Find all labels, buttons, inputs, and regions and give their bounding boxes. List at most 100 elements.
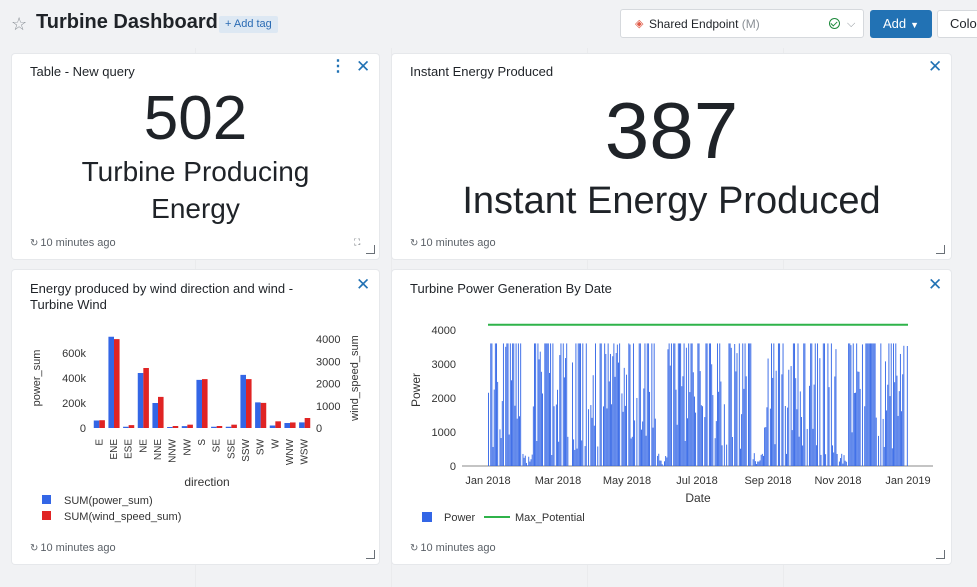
- power-bar: [632, 343, 634, 466]
- power-bar: [815, 445, 817, 466]
- endpoint-selector[interactable]: ◈ Shared Endpoint (M) ⌵: [620, 9, 864, 38]
- power-bar: [599, 343, 601, 466]
- power-bar: [855, 392, 856, 466]
- power-bar: [700, 405, 702, 466]
- power-bar: [661, 464, 663, 466]
- power-bar: [674, 343, 676, 466]
- power-bar: [840, 458, 842, 466]
- power-bar: [659, 460, 661, 466]
- power-bar: [697, 343, 699, 466]
- power-bar: [852, 343, 854, 466]
- y-tick-label: 600k: [62, 348, 86, 360]
- expand-icon[interactable]: ⛶: [354, 237, 360, 248]
- bar-power-sum: [196, 379, 202, 428]
- close-icon[interactable]: ✕: [356, 58, 370, 75]
- power-bar: [730, 347, 732, 466]
- close-icon[interactable]: ✕: [928, 58, 942, 75]
- power-bar: [692, 372, 694, 466]
- power-bar: [761, 453, 763, 466]
- counter-widget-instant-energy[interactable]: Instant Energy Produced ✕ 387 Instant En…: [392, 54, 951, 259]
- counter-widget-turbine-producing[interactable]: Table - New query ⋮ ✕ 502 Turbine Produc…: [12, 54, 379, 259]
- power-bar: [514, 405, 516, 466]
- power-bar: [690, 343, 692, 466]
- power-bar: [575, 343, 577, 466]
- power-bar: [797, 343, 799, 466]
- refresh-icon[interactable]: ↻: [410, 543, 418, 554]
- resize-handle-icon[interactable]: [366, 245, 375, 254]
- y-tick-label: 4000: [432, 325, 456, 337]
- legend-swatch-wind-speed-sum: [42, 511, 51, 520]
- power-bar: [702, 406, 703, 466]
- power-bar: [608, 381, 610, 466]
- x-tick-label: WSW: [300, 438, 311, 464]
- power-bar: [592, 375, 594, 466]
- power-bar: [574, 449, 576, 466]
- refresh-icon[interactable]: ↻: [410, 238, 418, 249]
- power-bar: [534, 343, 535, 466]
- power-bar: [642, 421, 644, 466]
- power-bar: [641, 429, 642, 466]
- bar-power-sum: [240, 374, 246, 428]
- x-tick-label: NE: [138, 439, 149, 453]
- power-bar: [705, 343, 707, 466]
- power-bar: [872, 343, 874, 466]
- resize-handle-icon[interactable]: [936, 550, 945, 559]
- add-button[interactable]: Add ▼: [870, 10, 932, 38]
- power-bar: [895, 343, 897, 466]
- bar-power-sum: [93, 420, 100, 428]
- add-tag-button[interactable]: + Add tag: [219, 16, 278, 33]
- power-bar: [745, 376, 747, 466]
- refresh-icon[interactable]: ↻: [30, 238, 38, 249]
- power-bar: [833, 452, 835, 466]
- power-bar: [699, 371, 701, 466]
- x-tick-label: SSW: [241, 438, 252, 461]
- status-ok-icon: [829, 18, 840, 29]
- power-bar: [729, 343, 731, 466]
- power-bar: [679, 343, 680, 466]
- power-bar: [614, 376, 616, 466]
- power-bar: [691, 343, 693, 466]
- power-bar: [838, 461, 840, 466]
- power-bar: [748, 343, 749, 466]
- power-bar: [501, 401, 503, 466]
- power-bar: [842, 463, 844, 466]
- legend-label-power: Power: [444, 512, 476, 524]
- bar-power-sum: [269, 425, 276, 428]
- power-bar: [848, 343, 850, 466]
- power-by-date-widget[interactable]: Turbine Power Generation By Date ✕ 0 1000…: [392, 270, 951, 564]
- power-bar: [723, 404, 725, 466]
- favorite-star-icon[interactable]: ☆: [11, 14, 31, 34]
- refresh-icon[interactable]: ↻: [30, 543, 38, 554]
- x-tick-label: S: [197, 439, 208, 446]
- power-bar: [611, 404, 613, 466]
- counter-value: 387: [604, 86, 739, 175]
- close-icon[interactable]: ✕: [928, 276, 942, 293]
- bar-wind-speed-sum: [202, 379, 208, 428]
- power-bar: [595, 343, 596, 466]
- power-bar: [511, 380, 512, 466]
- resize-handle-icon[interactable]: [936, 245, 945, 254]
- power-bar: [519, 416, 520, 466]
- power-bar: [605, 353, 607, 466]
- power-bar: [572, 362, 573, 466]
- power-bar: [609, 353, 611, 466]
- power-bar: [649, 391, 651, 466]
- power-bar: [731, 437, 733, 466]
- more-options-icon[interactable]: ⋮: [330, 59, 346, 75]
- bar-power-sum: [211, 426, 217, 428]
- resize-handle-icon[interactable]: [366, 550, 375, 559]
- power-bar: [525, 462, 527, 466]
- power-bar: [771, 343, 772, 466]
- power-bar: [711, 364, 713, 466]
- power-bar: [638, 343, 640, 466]
- bar-chart-widget[interactable]: Energy produced by wind direction and wi…: [12, 270, 379, 564]
- counter-label-line2: Energy: [151, 193, 240, 224]
- colors-button[interactable]: Colo: [937, 10, 977, 38]
- close-icon[interactable]: ✕: [356, 276, 370, 293]
- power-bar: [523, 457, 525, 466]
- power-bar: [820, 454, 822, 466]
- bar-power-sum: [137, 373, 144, 428]
- dashboard-header: ☆ Turbine Dashboard + Add tag ◈ Shared E…: [0, 0, 977, 48]
- x-tick-label: SE: [212, 439, 223, 453]
- power-bar: [644, 343, 646, 466]
